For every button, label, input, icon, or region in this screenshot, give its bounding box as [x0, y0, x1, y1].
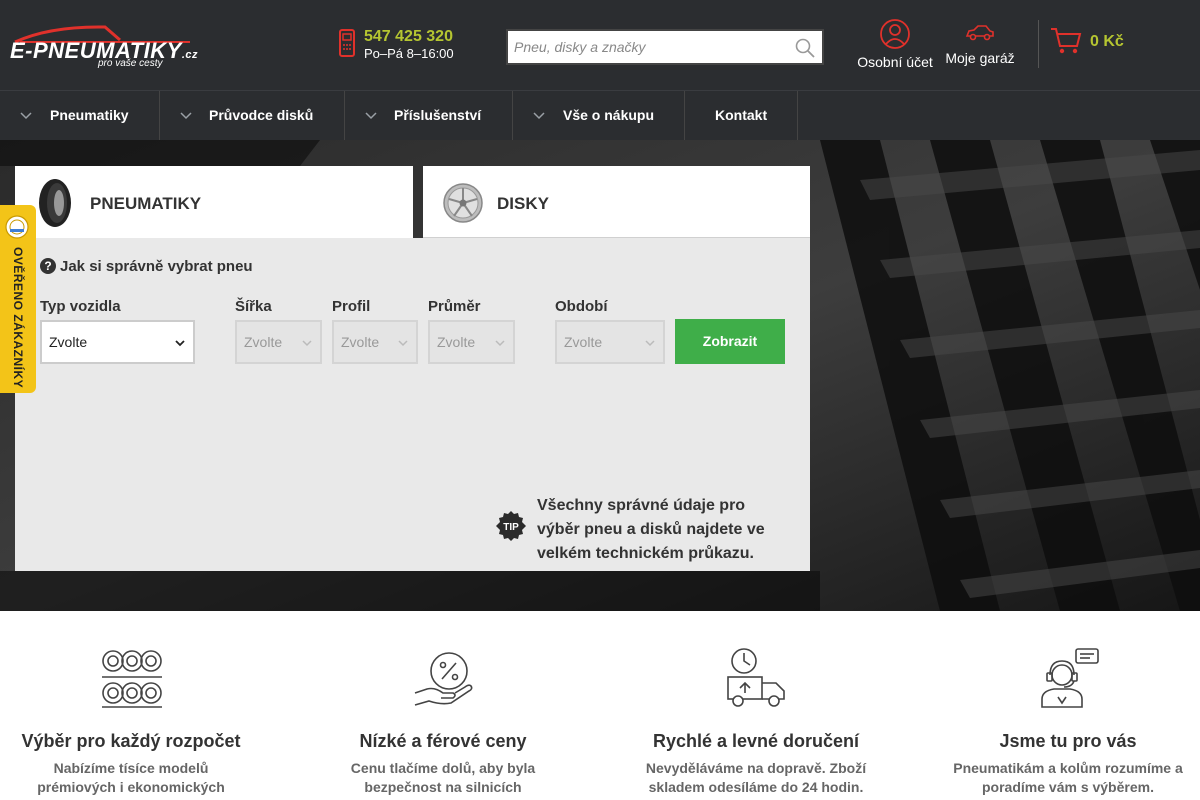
- feature-description: Nevyděláváme na dopravě. Zboží skladem o…: [645, 760, 867, 795]
- wheel-rim-icon: [443, 183, 483, 223]
- tire-search-form: ? Jak si správně vybrat pneu Typ vozidla …: [15, 238, 810, 571]
- phone-number[interactable]: 547 425 320: [364, 28, 453, 46]
- chevron-down-icon: [180, 112, 192, 120]
- nav-label: Příslušenství: [394, 107, 482, 123]
- site-header: E-PNEUMATIKY.cz pro vaše cesty 547 425 3…: [0, 0, 1200, 90]
- chevron-down-icon: [533, 112, 545, 120]
- feature-description: Cenu tlačíme dolů, aby byla bezpečnost n…: [350, 760, 536, 795]
- feature-description: Nabízíme tísíce modelů prémiových i ekon…: [37, 760, 225, 795]
- tip-text: Všechny správné údaje pro výběr pneu a d…: [537, 497, 765, 562]
- nav-item-pneumatiky[interactable]: Pneumatiky: [0, 91, 160, 140]
- tire-icon: [39, 179, 71, 227]
- seal-icon: [5, 215, 29, 239]
- search-box: [506, 29, 824, 65]
- phone-icon: [339, 29, 355, 57]
- nav-item-pruvodce-disku[interactable]: Průvodce disků: [160, 91, 345, 140]
- field-label-obdobi: Období: [555, 298, 608, 315]
- percent-hand-icon: [414, 652, 473, 706]
- field-label-typ-vozidla: Typ vozidla: [40, 298, 121, 315]
- nav-item-kontakt[interactable]: Kontakt: [685, 91, 798, 140]
- chevron-down-icon: [365, 112, 377, 120]
- select-prumer[interactable]: Zvolte: [428, 320, 515, 364]
- tire-stack-icon: [102, 650, 162, 708]
- select-sirka[interactable]: Zvolte: [235, 320, 322, 364]
- support-agent-icon: [1041, 648, 1099, 708]
- header-divider: [1038, 20, 1039, 68]
- account-link[interactable]: Osobní účet: [852, 18, 938, 70]
- tab-disky[interactable]: DISKY: [423, 166, 810, 238]
- logo-slogan: pro vaše cesty: [98, 58, 163, 69]
- select-profil[interactable]: Zvolte: [332, 320, 418, 364]
- tab-label: DISKY: [497, 194, 549, 213]
- nav-label: Vše o nákupu: [563, 107, 655, 123]
- help-link[interactable]: ? Jak si správně vybrat pneu: [40, 258, 253, 275]
- question-icon: ?: [40, 258, 56, 274]
- field-label-profil: Profil: [332, 298, 371, 315]
- nav-item-prislusenstvi[interactable]: Příslušenství: [345, 91, 513, 140]
- chevron-down-icon: [20, 112, 32, 120]
- verified-customers-badge[interactable]: OVĚŘENO ZÁKAZNÍKY: [0, 205, 36, 393]
- cart-link[interactable]: 0 Kč: [1050, 26, 1124, 61]
- chevron-down-icon: [175, 340, 185, 347]
- chevron-down-icon: [645, 340, 655, 347]
- select-obdobi[interactable]: Zvolte: [555, 320, 665, 364]
- site-logo[interactable]: E-PNEUMATIKY.cz pro vaše cesty: [10, 24, 200, 70]
- garage-label: Moje garáž: [945, 50, 1015, 66]
- account-label: Osobní účet: [857, 54, 933, 70]
- search-panel: PNEUMATIKY DISKY ? Jak si správně vybrat …: [15, 166, 810, 571]
- cart-icon: [1051, 28, 1082, 54]
- field-label-prumer: Průměr: [428, 298, 481, 315]
- features-section: Výběr pro každý rozpočet Nabízíme tísíce…: [0, 611, 1200, 800]
- feature-title: Výběr pro každý rozpočet: [21, 731, 241, 751]
- feature-title: Nízké a férové ceny: [359, 731, 527, 751]
- garage-link[interactable]: Moje garáž: [940, 24, 1020, 66]
- hero-banner: PNEUMATIKY DISKY ? Jak si správně vybrat …: [0, 140, 1200, 611]
- tip-badge-icon: TIP: [496, 511, 526, 541]
- nav-label: Pneumatiky: [50, 107, 129, 123]
- tab-pneumatiky[interactable]: PNEUMATIKY: [15, 166, 413, 238]
- nav-label: Průvodce disků: [209, 107, 314, 123]
- feature-description: Pneumatikám a kolům rozumíme a poradíme …: [953, 760, 1183, 795]
- feature-title: Jsme tu pro vás: [999, 731, 1137, 751]
- field-label-sirka: Šířka: [235, 298, 272, 315]
- feature-title: Rychlé a levné doručení: [652, 731, 860, 751]
- cart-total: 0 Kč: [1090, 33, 1124, 50]
- show-results-button[interactable]: Zobrazit: [675, 319, 785, 364]
- search-icon[interactable]: [794, 37, 816, 59]
- select-typ-vozidla[interactable]: Zvolte: [40, 320, 195, 364]
- chevron-down-icon: [302, 340, 312, 347]
- user-icon: [880, 19, 910, 49]
- business-hours: Po–Pá 8–16:00: [364, 46, 454, 61]
- search-input[interactable]: [508, 31, 778, 63]
- tip-badge-label: TIP: [503, 522, 519, 533]
- car-icon: [965, 25, 994, 41]
- nav-item-vse-o-nakupu[interactable]: Vše o nákupu: [513, 91, 685, 140]
- verified-badge-label: OVĚŘENO ZÁKAZNÍKY: [11, 247, 25, 389]
- chevron-down-icon: [495, 340, 505, 347]
- nav-label: Kontakt: [715, 107, 768, 123]
- chevron-down-icon: [398, 340, 408, 347]
- delivery-truck-icon: [727, 648, 785, 707]
- main-nav: Pneumatiky Průvodce disků Příslušenství …: [0, 90, 1200, 140]
- tab-label: PNEUMATIKY: [90, 194, 202, 213]
